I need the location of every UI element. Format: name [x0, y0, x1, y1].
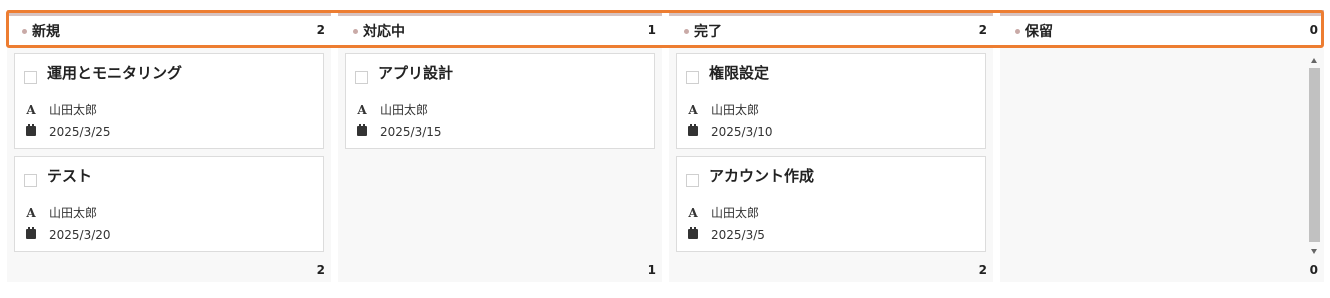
- column-in-progress: 対応中 1 アプリ設計 A 山田太郎 2025/3/15 1: [338, 10, 662, 282]
- column-footer-count: 0: [1309, 263, 1318, 277]
- task-card[interactable]: テスト A 山田太郎 2025/3/20: [14, 156, 324, 252]
- card-due-row: 2025/3/5: [687, 227, 765, 242]
- column-title: 新規: [32, 24, 60, 40]
- card-due-row: 2025/3/15: [356, 124, 442, 139]
- task-checkbox[interactable]: [24, 71, 37, 84]
- calendar-icon: [26, 124, 36, 136]
- status-dot-icon: [1015, 29, 1020, 34]
- person-icon: A: [26, 102, 36, 117]
- column-on-hold: 保留 0 0: [1000, 10, 1324, 282]
- status-dot-icon: [22, 29, 27, 34]
- card-due-row: 2025/3/10: [687, 124, 773, 139]
- column-footer-count: 2: [978, 263, 987, 277]
- card-title: 運用とモニタリング: [47, 64, 183, 82]
- person-icon: A: [688, 205, 698, 220]
- column-done: 完了 2 権限設定 A 山田太郎 2025/3/10 アカウント作成 A 山田太…: [669, 10, 993, 282]
- column-header[interactable]: 対応中 1: [338, 10, 662, 48]
- column-new: 新規 2 運用とモニタリング A 山田太郎 2025/3/25 テスト A 山田…: [7, 10, 331, 282]
- scroll-up-icon[interactable]: [1311, 58, 1317, 63]
- card-title: アプリ設計: [378, 64, 454, 82]
- status-dot-icon: [684, 29, 689, 34]
- card-assignee-row: A 山田太郎: [25, 204, 97, 221]
- column-header[interactable]: 新規 2: [7, 10, 331, 48]
- scrollbar-thumb[interactable]: [1309, 68, 1320, 242]
- task-card[interactable]: 運用とモニタリング A 山田太郎 2025/3/25: [14, 53, 324, 149]
- calendar-icon: [688, 227, 698, 239]
- card-assignee: 山田太郎: [49, 103, 98, 117]
- calendar-icon: [688, 124, 698, 136]
- column-footer-count: 1: [647, 263, 656, 277]
- column-count: 0: [1309, 23, 1318, 37]
- card-due-date: 2025/3/20: [49, 228, 111, 242]
- task-card[interactable]: アプリ設計 A 山田太郎 2025/3/15: [345, 53, 655, 149]
- card-assignee-row: A 山田太郎: [25, 101, 97, 118]
- card-due-date: 2025/3/15: [380, 125, 442, 139]
- card-title: アカウント作成: [709, 167, 815, 185]
- vertical-scrollbar[interactable]: [1309, 56, 1320, 256]
- card-assignee: 山田太郎: [711, 103, 760, 117]
- column-header[interactable]: 保留 0: [1000, 10, 1324, 48]
- card-assignee-row: A 山田太郎: [687, 204, 759, 221]
- task-card[interactable]: 権限設定 A 山田太郎 2025/3/10: [676, 53, 986, 149]
- column-title: 完了: [694, 24, 722, 40]
- column-count: 2: [316, 23, 325, 37]
- column-header[interactable]: 完了 2: [669, 10, 993, 48]
- column-title: 対応中: [363, 24, 405, 40]
- person-icon: A: [688, 102, 698, 117]
- person-icon: A: [357, 102, 367, 117]
- column-count: 1: [647, 23, 656, 37]
- card-assignee-row: A 山田太郎: [687, 101, 759, 118]
- calendar-icon: [26, 227, 36, 239]
- scroll-down-icon[interactable]: [1311, 249, 1317, 254]
- card-assignee: 山田太郎: [380, 103, 429, 117]
- card-assignee: 山田太郎: [49, 206, 98, 220]
- card-assignee-row: A 山田太郎: [356, 101, 428, 118]
- task-card[interactable]: アカウント作成 A 山田太郎 2025/3/5: [676, 156, 986, 252]
- card-assignee: 山田太郎: [711, 206, 760, 220]
- calendar-icon: [357, 124, 367, 136]
- person-icon: A: [26, 205, 36, 220]
- card-due-row: 2025/3/25: [25, 124, 111, 139]
- column-title: 保留: [1025, 24, 1053, 40]
- task-checkbox[interactable]: [355, 71, 368, 84]
- kanban-board: 新規 2 運用とモニタリング A 山田太郎 2025/3/25 テスト A 山田…: [7, 10, 1324, 282]
- card-due-date: 2025/3/10: [711, 125, 773, 139]
- card-title: テスト: [47, 167, 93, 185]
- column-footer-count: 2: [316, 263, 325, 277]
- task-checkbox[interactable]: [686, 71, 699, 84]
- status-dot-icon: [353, 29, 358, 34]
- card-due-date: 2025/3/25: [49, 125, 111, 139]
- task-checkbox[interactable]: [686, 174, 699, 187]
- card-due-row: 2025/3/20: [25, 227, 111, 242]
- task-checkbox[interactable]: [24, 174, 37, 187]
- card-due-date: 2025/3/5: [711, 228, 765, 242]
- card-title: 権限設定: [709, 64, 770, 82]
- column-count: 2: [978, 23, 987, 37]
